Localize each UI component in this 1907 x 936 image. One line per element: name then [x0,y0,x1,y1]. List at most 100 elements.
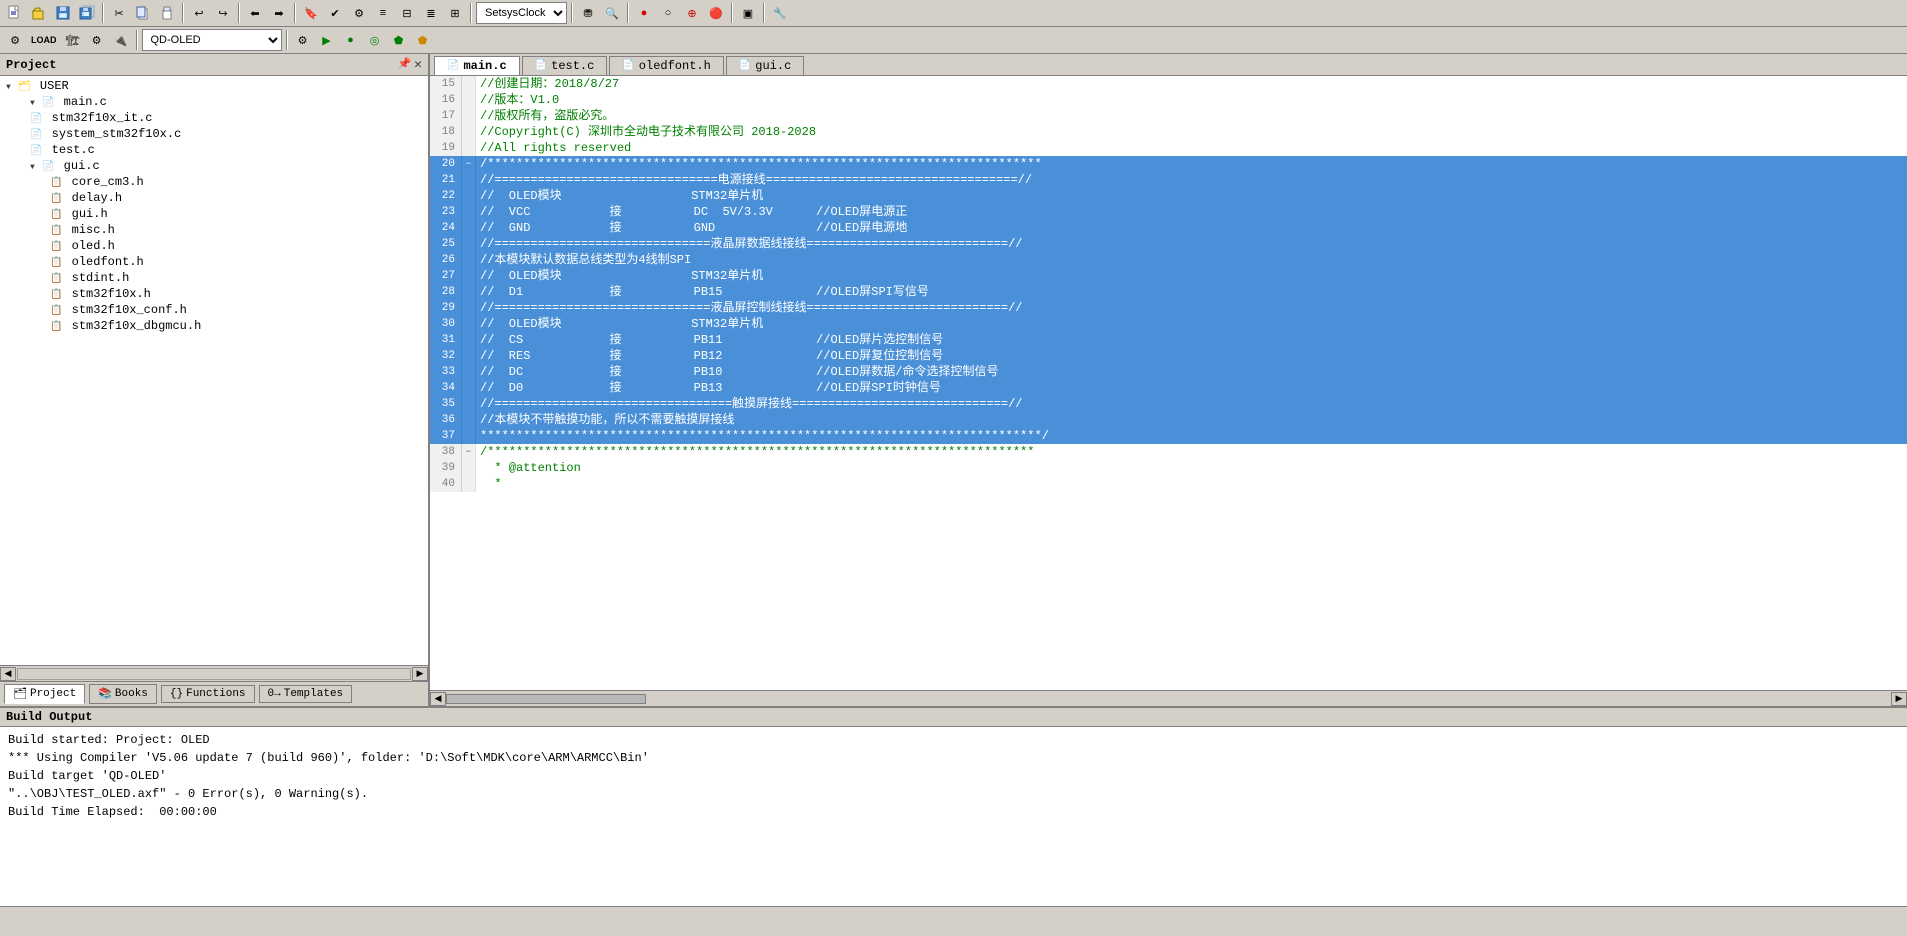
tab-books[interactable]: 📚 Books [89,684,157,704]
green2-btn[interactable]: ◎ [364,29,386,51]
code-hscroll[interactable]: ◀ ▶ [430,690,1907,706]
reset-btn[interactable]: ⊕ [681,2,703,24]
code-line-37[interactable]: 37**************************************… [430,428,1907,444]
code-line-23[interactable]: 23// VCC 接 DC 5V/3.3V //OLED屏电源正 [430,204,1907,220]
load-btn[interactable]: LOAD [28,29,60,51]
align4-btn[interactable]: ⊞ [444,2,466,24]
green1-btn[interactable]: ● [340,29,362,51]
tree-item-oledfont-h[interactable]: 📋 oledfont.h [2,254,426,270]
tree-item-test-c[interactable]: 📄 test.c [2,142,426,158]
code-line-22[interactable]: 22// OLED模块 STM32单片机 [430,188,1907,204]
align2-btn[interactable]: ⊟ [396,2,418,24]
tree-item-core-cm3[interactable]: 📋 core_cm3.h [2,174,426,190]
debug-btn1[interactable]: ⛃ [577,2,599,24]
tab-templates[interactable]: 0→ Templates [259,685,353,703]
stop-btn[interactable]: ○ [657,2,679,24]
code-hscroll-right[interactable]: ▶ [1891,692,1907,706]
line-fold-38[interactable]: − [462,444,476,460]
code-line-15[interactable]: 15//创建日期：2018/8/27 [430,76,1907,92]
code-line-38[interactable]: 38−/************************************… [430,444,1907,460]
cut-btn[interactable]: ✂ [108,2,130,24]
code-line-17[interactable]: 17//版权所有，盗版必究。 [430,108,1907,124]
tree-item-main-c[interactable]: 📄 main.c [2,94,426,110]
code-line-25[interactable]: 25//==============================液晶屏数据线… [430,236,1907,252]
code-tab-main-c[interactable]: 📄 main.c [434,56,520,75]
tree-item-stm32-it[interactable]: 📄 stm32f10x_it.c [2,110,426,126]
code-line-39[interactable]: 39 * @attention [430,460,1907,476]
copy-btn[interactable] [132,2,154,24]
code-hscroll-left[interactable]: ◀ [430,692,446,706]
code-line-29[interactable]: 29//==============================液晶屏控制线… [430,300,1907,316]
code-line-31[interactable]: 31// CS 接 PB11 //OLED屏片选控制信号 [430,332,1907,348]
code-line-32[interactable]: 32// RES 接 PB12 //OLED屏复位控制信号 [430,348,1907,364]
code-tab-gui-c[interactable]: 📄 gui.c [726,56,804,75]
project-hscroll[interactable]: ◀ ▶ [0,665,428,681]
code-line-19[interactable]: 19//All rights reserved [430,140,1907,156]
build-target-dropdown[interactable]: QD-OLED [142,29,282,51]
settings-btn[interactable]: ⚙ [348,2,370,24]
code-line-33[interactable]: 33// DC 接 PB10 //OLED屏数据/命令选择控制信号 [430,364,1907,380]
code-line-30[interactable]: 30// OLED模块 STM32单片机 [430,316,1907,332]
peripherals-btn[interactable]: 🔌 [110,29,132,51]
tree-item-stm32-conf-h[interactable]: 📋 stm32f10x_conf.h [2,302,426,318]
paste-btn[interactable] [156,2,178,24]
tree-item-stm32-dbg-h[interactable]: 📋 stm32f10x_dbgmcu.h [2,318,426,334]
view-btn[interactable]: ▣ [737,2,759,24]
code-line-40[interactable]: 40 * [430,476,1907,492]
tree-item-delay-h[interactable]: 📋 delay.h [2,190,426,206]
green4-btn[interactable]: ⬟ [412,29,434,51]
target-settings-btn[interactable]: ⚙ [4,29,26,51]
code-line-35[interactable]: 35//=================================触摸屏… [430,396,1907,412]
code-line-36[interactable]: 36//本模块不带触摸功能，所以不需要触摸屏接线 [430,412,1907,428]
green3-btn[interactable]: ⬟ [388,29,410,51]
code-tab-oledfont-h[interactable]: 📄 oledfont.h [609,56,723,75]
save-all-btn[interactable] [76,2,98,24]
line-fold-20[interactable]: − [462,156,476,172]
hscroll-right-btn[interactable]: ▶ [412,667,428,681]
align-btn[interactable]: ≡ [372,2,394,24]
tab-project[interactable]: 🗂 Project [4,684,85,704]
forward-btn[interactable]: ➡ [268,2,290,24]
tree-item-stm32-h[interactable]: 📋 stm32f10x.h [2,286,426,302]
compile-btn[interactable]: ▶ [316,29,338,51]
align3-btn[interactable]: ≣ [420,2,442,24]
code-line-34[interactable]: 34// D0 接 PB13 //OLED屏SPI时钟信号 [430,380,1907,396]
new-file-btn[interactable] [4,2,26,24]
tab-functions[interactable]: {} Functions [161,685,255,703]
tree-item-gui-h[interactable]: 📋 gui.h [2,206,426,222]
save-btn[interactable] [52,2,74,24]
code-line-18[interactable]: 18//Copyright(C) 深圳市全动电子技术有限公司 2018-2028 [430,124,1907,140]
undo-btn[interactable]: ↩ [188,2,210,24]
debug2-btn[interactable]: ⚙ [292,29,314,51]
check-btn[interactable]: ✔ [324,2,346,24]
inspect-btn[interactable]: 🔖 [300,2,322,24]
code-line-26[interactable]: 26//本模块默认数据总线类型为4线制SPI [430,252,1907,268]
code-tab-test-c[interactable]: 📄 test.c [522,56,608,75]
build-output-content[interactable]: Build started: Project: OLED*** Using Co… [0,727,1907,906]
hscroll-left-btn[interactable]: ◀ [0,667,16,681]
run-btn[interactable]: ● [633,2,655,24]
settings2-btn[interactable]: 🔧 [769,2,791,24]
code-hscroll-thumb[interactable] [446,694,646,704]
panel-close-icon[interactable]: ✕ [414,57,422,72]
open-file-btn[interactable] [28,2,50,24]
target-dropdown[interactable]: SetsysClock [476,2,567,24]
code-line-21[interactable]: 21//===============================电源接线=… [430,172,1907,188]
settings3-btn[interactable]: ⚙ [86,29,108,51]
code-line-27[interactable]: 27// OLED模块 STM32单片机 [430,268,1907,284]
code-line-16[interactable]: 16//版本：V1.0 [430,92,1907,108]
tree-item-user-root[interactable]: 🗂 USER [2,78,426,94]
debug-btn2[interactable]: 🔍 [601,2,623,24]
code-line-20[interactable]: 20−/************************************… [430,156,1907,172]
back-btn[interactable]: ⬅ [244,2,266,24]
code-content[interactable]: 15//创建日期：2018/8/2716//版本：V1.017//版权所有，盗版… [430,76,1907,690]
code-line-28[interactable]: 28// D1 接 PB15 //OLED屏SPI写信号 [430,284,1907,300]
tree-item-system-stm32[interactable]: 📄 system_stm32f10x.c [2,126,426,142]
power-btn[interactable]: 🔴 [705,2,727,24]
tree-item-gui-c[interactable]: 📄 gui.c [2,158,426,174]
pin-icon[interactable]: 📌 [397,57,411,72]
tree-item-oled-h[interactable]: 📋 oled.h [2,238,426,254]
build-btn[interactable]: 🏗 [62,29,84,51]
code-line-24[interactable]: 24// GND 接 GND //OLED屏电源地 [430,220,1907,236]
tree-item-misc-h[interactable]: 📋 misc.h [2,222,426,238]
